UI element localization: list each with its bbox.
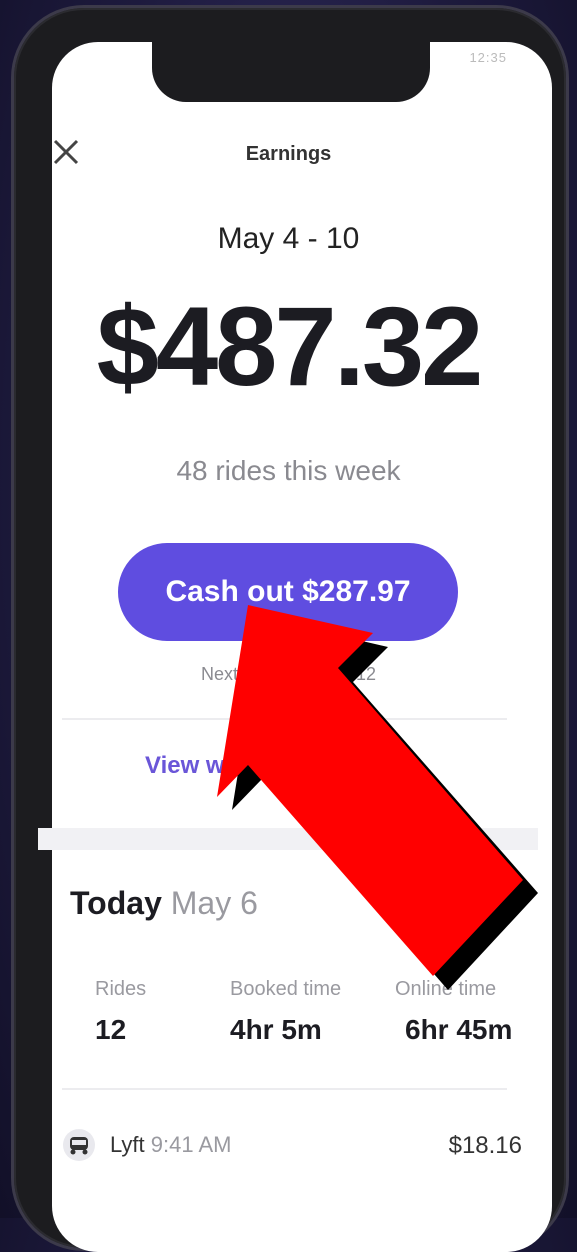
view-weekly-summary-link[interactable]: View weekly summary: [145, 752, 398, 780]
phone-notch: [152, 26, 430, 102]
stat-rides-value: 12: [95, 1014, 127, 1045]
date-range: May 4 - 10: [217, 222, 360, 255]
status-bar: 12:35: [469, 50, 507, 65]
ride-provider-name: Lyft: [110, 1132, 145, 1157]
divider: [62, 1088, 507, 1090]
ride-time: 9:41 AM: [150, 1132, 232, 1157]
page-title: Earnings: [245, 143, 332, 165]
today-label: Today: [70, 885, 162, 921]
ride-provider: Lyft 9:41 AM: [110, 1132, 232, 1158]
stat-booked-label: Booked time: [230, 978, 342, 1000]
divider: [62, 718, 507, 720]
car-icon: [63, 1129, 95, 1161]
ride-amount: $18.16: [448, 1132, 522, 1159]
weekly-total-amount: $487.32: [96, 284, 484, 409]
stat-booked-value: 4hr 5m: [230, 1014, 322, 1045]
rides-count-text: 48 rides this week: [176, 455, 401, 486]
stat-online-value: 6hr 45m: [405, 1014, 513, 1045]
stat-rides-label: Rides: [95, 978, 147, 1000]
stat-online-label: Online time: [395, 978, 497, 1000]
section-divider: [38, 828, 538, 850]
ride-list-item[interactable]: Lyft 9:41 AM $18.16: [62, 1128, 522, 1168]
cash-out-button[interactable]: Cash out $287.97: [118, 543, 458, 641]
today-date: May 6: [170, 885, 258, 921]
next-payment-text: Next payment May 12: [200, 664, 377, 684]
today-header: Today May 6: [70, 885, 258, 922]
